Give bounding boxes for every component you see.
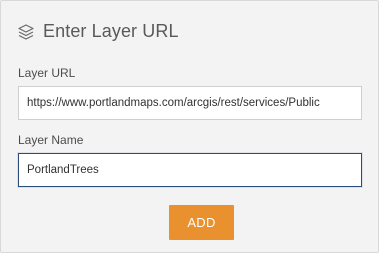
layer-name-input[interactable] [18, 153, 362, 187]
add-button[interactable]: ADD [169, 205, 234, 240]
layer-url-label: Layer URL [18, 66, 76, 80]
panel-header: Enter Layer URL [17, 19, 179, 43]
panel-title: Enter Layer URL [43, 20, 179, 41]
layer-name-label: Layer Name [18, 133, 84, 147]
layers-icon [17, 23, 35, 41]
enter-layer-url-panel: Enter Layer URL Layer URL Layer Name ADD [0, 0, 379, 253]
layer-url-input[interactable] [18, 86, 362, 120]
